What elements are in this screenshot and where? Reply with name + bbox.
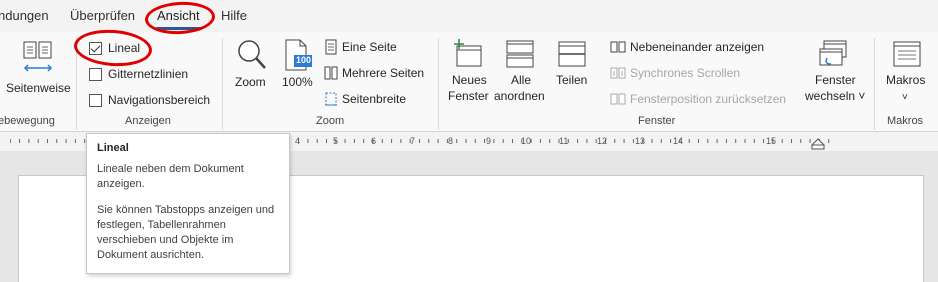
sync-scroll-icon xyxy=(610,67,626,79)
tooltip-description: Lineale neben dem Dokument anzeigen. xyxy=(97,163,244,190)
ruler-number: 10 xyxy=(521,136,532,146)
ruler-number: 15 xyxy=(766,136,777,146)
ruler-number: 13 xyxy=(635,136,646,146)
tooltip-details: Sie können Tabstopps anzeigen und festle… xyxy=(97,204,275,261)
fenster-wechseln-label-1: Fenster xyxy=(815,73,856,87)
group-separator xyxy=(222,38,223,130)
new-window-icon xyxy=(454,39,482,67)
synchrones-scrollen-button[interactable]: Synchrones Scrollen xyxy=(610,63,740,83)
side-by-side-icon xyxy=(610,41,626,53)
ruler-number: 12 xyxy=(597,136,608,146)
side-to-side-icon xyxy=(23,41,53,72)
teilen-button[interactable]: Teilen xyxy=(552,38,592,92)
single-page-icon xyxy=(325,39,337,55)
fensterposition-button[interactable]: Fensterposition zurücksetzen xyxy=(610,89,786,109)
seitenbreite-label: Seitenbreite xyxy=(342,92,407,106)
group-label-makros: Makros xyxy=(887,115,924,127)
arrange-all-icon xyxy=(506,40,534,68)
zoom-100-label: 100% xyxy=(282,75,313,89)
seitenweise-label: Seitenweise xyxy=(6,81,71,95)
fenster-wechseln-button[interactable]: Fenster wechseln ˅ xyxy=(800,38,866,110)
group-label-fenster: Fenster xyxy=(638,115,676,127)
alle-anordnen-button[interactable]: Alle anordnen xyxy=(492,38,548,110)
gitternetzlinien-checkbox-box xyxy=(89,67,102,81)
ruler-number: 14 xyxy=(673,136,684,146)
seitenbreite-button[interactable]: Seitenbreite xyxy=(324,89,406,109)
zoom-100-button[interactable]: 100 100% xyxy=(280,38,316,92)
fensterposition-label: Fensterposition zurücksetzen xyxy=(630,92,787,106)
magnifier-icon xyxy=(238,40,266,69)
lineal-tooltip: Lineal Lineale neben dem Dokument anzeig… xyxy=(86,133,290,274)
ruler-number: 7 xyxy=(410,136,416,146)
ruler-number: 6 xyxy=(371,136,377,146)
navigationsbereich-checkbox-box xyxy=(89,93,102,107)
ruler-number: 5 xyxy=(333,136,339,146)
eine-seite-label: Eine Seite xyxy=(342,40,397,54)
neues-fenster-label-2: Fenster xyxy=(448,89,489,103)
mehrere-seiten-label: Mehrere Seiten xyxy=(342,66,425,80)
alle-anordnen-label-2: anordnen xyxy=(494,89,545,103)
neues-fenster-label-1: Neues xyxy=(452,73,487,87)
tooltip-title: Lineal xyxy=(97,142,129,154)
synchrones-scrollen-label: Synchrones Scrollen xyxy=(630,66,741,80)
eine-seite-button[interactable]: Eine Seite xyxy=(324,37,397,57)
ruler-number: 8 xyxy=(448,136,454,146)
page-width-icon xyxy=(325,92,337,106)
ruler-number: 11 xyxy=(559,136,569,146)
split-window-icon xyxy=(558,41,586,67)
ruler-number: 4 xyxy=(295,136,301,146)
page-100-icon-text: 100 xyxy=(296,55,312,65)
gitternetzlinien-checkbox[interactable]: Gitternetzlinien xyxy=(89,64,188,84)
tab-ueberpruefen[interactable]: Überprüfen xyxy=(70,8,135,23)
zoom-label: Zoom xyxy=(235,75,266,89)
mehrere-seiten-button[interactable]: Mehrere Seiten xyxy=(324,63,424,83)
tab-sendungen[interactable]: ndungen xyxy=(0,8,49,23)
zoom-button[interactable]: Zoom xyxy=(230,38,274,92)
navigationsbereich-label: Navigationsbereich xyxy=(108,93,211,107)
makros-button[interactable]: Makros ˅ xyxy=(882,38,932,110)
group-label-seitenbewegung: ebewegung xyxy=(0,115,55,127)
neues-fenster-button[interactable]: Neues Fenster xyxy=(446,38,490,110)
nebeneinander-label: Nebeneinander anzeigen xyxy=(630,40,765,54)
group-label-anzeigen: Anzeigen xyxy=(125,115,171,127)
switch-windows-icon xyxy=(819,40,847,66)
gitternetzlinien-label: Gitternetzlinien xyxy=(108,67,189,81)
teilen-label: Teilen xyxy=(556,73,588,87)
nebeneinander-button[interactable]: Nebeneinander anzeigen xyxy=(610,37,764,57)
group-separator xyxy=(438,38,439,130)
seitenweise-button[interactable]: Seitenweise xyxy=(4,40,71,96)
group-label-zoom: Zoom xyxy=(316,115,345,127)
makros-label: Makros xyxy=(886,73,926,87)
reset-window-position-icon xyxy=(610,93,626,105)
fenster-wechseln-label-2: wechseln ˅ xyxy=(805,89,866,103)
navigationsbereich-checkbox[interactable]: Navigationsbereich xyxy=(89,90,210,110)
ruler-number: 9 xyxy=(486,136,492,146)
tab-hilfe[interactable]: Hilfe xyxy=(221,8,247,23)
alle-anordnen-label-1: Alle xyxy=(511,73,532,87)
chevron-down-icon: ˅ xyxy=(902,92,908,103)
ribbon-tab-bar: ndungen Überprüfen Ansicht Hilfe xyxy=(0,0,938,32)
group-separator xyxy=(874,38,875,130)
macros-icon xyxy=(893,41,921,67)
multiple-pages-icon xyxy=(324,66,338,80)
